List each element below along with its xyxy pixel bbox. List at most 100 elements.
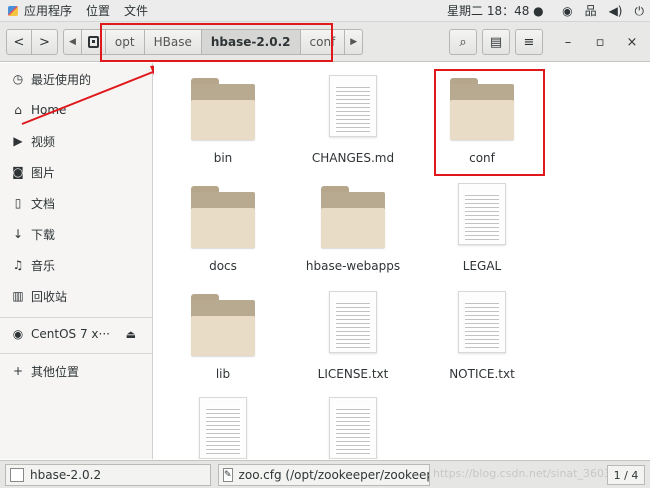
workspace-pager[interactable]: 1 / 4: [607, 465, 645, 485]
task-label: hbase-2.0.2: [30, 468, 102, 482]
file-item-conf[interactable]: conf: [422, 73, 542, 173]
view-options-button[interactable]: ▤: [482, 29, 510, 55]
text-file-icon: [329, 291, 377, 353]
file-label: bin: [213, 151, 233, 165]
back-icon: <: [13, 34, 25, 50]
files-menu[interactable]: 文件: [117, 0, 155, 22]
plus-icon: +: [12, 364, 24, 378]
file-manager-icon: [10, 468, 24, 482]
file-item-notice-txt[interactable]: NOTICE.txt: [422, 289, 542, 389]
folder-icon: [450, 78, 514, 142]
file-label: CHANGES.md: [311, 151, 395, 165]
file-item-bin[interactable]: bin: [163, 73, 283, 173]
files-label: 文件: [124, 4, 149, 18]
text-file-icon: [458, 183, 506, 245]
maximize-button[interactable]: ▫: [588, 29, 612, 55]
text-file-icon: [329, 397, 377, 459]
applications-icon: [7, 5, 19, 17]
path-scroll-left-button[interactable]: ◀: [63, 29, 82, 55]
sidebar-item-label: 视频: [31, 134, 56, 149]
hamburger-menu-icon: ≡: [523, 34, 535, 50]
power-icon[interactable]: ⏻: [635, 0, 645, 22]
sidebar-item-recent[interactable]: ◷ 最近使用的: [0, 67, 152, 91]
file-label: NOTICE.txt: [449, 367, 515, 381]
folder-icon: [321, 186, 385, 250]
top-panel: 应用程序 位置 文件 星期二 18：48 ● ◉ 品 ◀) ⏻: [0, 0, 650, 22]
sidebar-item-documents[interactable]: ▯ 文档: [0, 191, 152, 215]
search-icon: ⌕: [459, 34, 467, 50]
file-item-partial-1[interactable]: [163, 395, 283, 459]
file-item-changes-md[interactable]: CHANGES.md: [293, 73, 413, 173]
sidebar-item-label: 最近使用的: [31, 72, 92, 87]
file-item-legal[interactable]: LEGAL: [422, 181, 542, 281]
file-label: LICENSE.txt: [317, 367, 389, 381]
applications-menu[interactable]: 应用程序: [0, 0, 79, 22]
path-segment-hbase[interactable]: HBase: [144, 29, 202, 55]
file-item-hbase-webapps[interactable]: hbase-webapps: [293, 181, 413, 281]
sidebar: ◷ 最近使用的 ⌂ Home ▶ 视频 ◙ 图片 ▯ 文档 ↓ 下载 ♫ 音乐 …: [0, 63, 153, 459]
path-scroll-right-button[interactable]: ▶: [345, 29, 364, 55]
places-label: 位置: [86, 4, 111, 18]
file-label: hbase-webapps: [305, 259, 401, 273]
sidebar-item-downloads[interactable]: ↓ 下载: [0, 222, 152, 246]
sidebar-item-centos-disc[interactable]: ◉ CentOS 7 x··· ⏏: [0, 322, 152, 346]
sidebar-item-label: 音乐: [31, 258, 56, 273]
drive-icon: [87, 36, 99, 48]
search-button[interactable]: ⌕: [449, 29, 477, 55]
music-icon: ♫: [12, 258, 24, 272]
back-button[interactable]: <: [6, 29, 32, 55]
file-item-license-txt[interactable]: LICENSE.txt: [293, 289, 413, 389]
sidebar-item-label: 其他位置: [31, 364, 80, 379]
accessibility-icon[interactable]: ◉: [562, 0, 572, 22]
path-segment-conf[interactable]: conf: [300, 29, 346, 55]
file-label: conf: [469, 151, 495, 165]
watermark: https://blog.csdn.net/sinat_3603: [433, 467, 611, 480]
network-icon[interactable]: 品: [585, 0, 597, 22]
system-tray[interactable]: ◉ 品 ◀) ⏻: [562, 0, 644, 22]
sidebar-item-music[interactable]: ♫ 音乐: [0, 253, 152, 277]
header-bar: < > ◀ opt HBase hbase-2.0.2 conf ▶ ⌕ ▤ ≡…: [0, 22, 650, 62]
clock-icon: ◷: [12, 72, 24, 86]
eject-icon[interactable]: ⏏: [126, 328, 136, 341]
path-segment-opt[interactable]: opt: [105, 29, 145, 55]
sidebar-item-pictures[interactable]: ◙ 图片: [0, 160, 152, 184]
path-segment-hbase-2-0-2[interactable]: hbase-2.0.2: [201, 29, 301, 55]
taskbar: hbase-2.0.2 ✎ zoo.cfg (/opt/zookeeper/zo…: [0, 460, 650, 488]
file-label: LEGAL: [462, 259, 502, 273]
text-editor-icon: ✎: [223, 468, 233, 482]
path-root-button[interactable]: [81, 29, 106, 55]
sidebar-separator: [0, 317, 152, 318]
video-icon: ▶: [13, 134, 23, 148]
sidebar-item-label: CentOS 7 x···: [31, 327, 110, 341]
sidebar-item-label: Home: [31, 103, 67, 117]
volume-icon[interactable]: ◀): [609, 0, 623, 22]
task-text-editor[interactable]: ✎ zoo.cfg (/opt/zookeeper/zookeepe···: [218, 464, 430, 486]
close-icon: ×: [626, 34, 638, 50]
path-bar: ◀ opt HBase hbase-2.0.2 conf ▶: [63, 29, 364, 55]
forward-icon: >: [39, 34, 50, 50]
forward-button[interactable]: >: [32, 29, 58, 55]
close-button[interactable]: ×: [620, 29, 644, 55]
text-file-icon: [458, 291, 506, 353]
sidebar-item-label: 下载: [31, 227, 56, 242]
sidebar-item-videos[interactable]: ▶ 视频: [0, 129, 152, 153]
file-label: docs: [209, 259, 237, 273]
file-item-docs[interactable]: docs: [163, 181, 283, 281]
sidebar-item-trash[interactable]: ▥ 回收站: [0, 284, 152, 308]
task-file-manager[interactable]: hbase-2.0.2: [5, 464, 211, 486]
clock[interactable]: 星期二 18：48 ●: [447, 0, 544, 22]
menu-button[interactable]: ≡: [515, 29, 543, 55]
sidebar-item-other-locations[interactable]: + 其他位置: [0, 359, 152, 383]
places-menu[interactable]: 位置: [79, 0, 117, 22]
file-item-lib[interactable]: lib: [163, 289, 283, 389]
list-view-icon: ▤: [489, 34, 503, 50]
sidebar-item-label: 回收站: [31, 289, 68, 304]
chevron-right-icon: ▶: [350, 37, 358, 47]
file-item-partial-2[interactable]: [293, 395, 413, 459]
text-file-icon: [199, 397, 247, 459]
maximize-icon: ▫: [595, 34, 605, 50]
sidebar-item-home[interactable]: ⌂ Home: [0, 98, 152, 122]
sidebar-separator: [0, 353, 152, 354]
minimize-icon: –: [564, 34, 572, 50]
minimize-button[interactable]: –: [556, 29, 580, 55]
